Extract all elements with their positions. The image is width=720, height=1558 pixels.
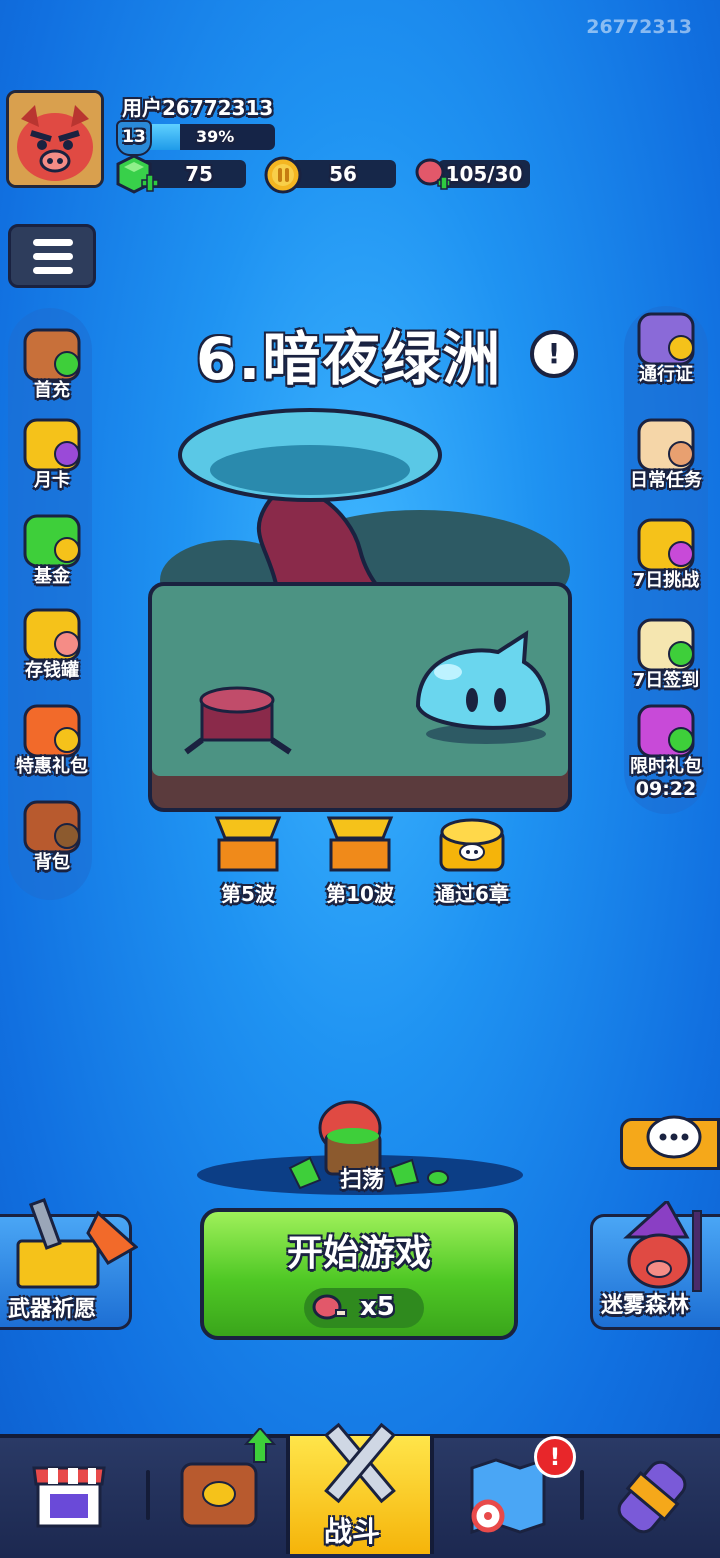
left-menu-label: 基金: [34, 566, 70, 587]
left-menu-label: 存钱罐: [25, 660, 79, 681]
witch-pig-icon: [623, 1201, 702, 1292]
weapon-chest-icon: [16, 1198, 138, 1289]
misty-forest-button[interactable]: 迷雾森林: [590, 1201, 720, 1330]
left-menu-label: 月卡: [34, 470, 70, 491]
menu-button[interactable]: [8, 224, 96, 288]
meat-icon: [312, 1294, 347, 1320]
left-menu-item-3[interactable]: 存钱罐: [2, 604, 102, 682]
weapon-wish-button[interactable]: 武器祈愿: [0, 1198, 138, 1330]
stump-icon: [184, 686, 292, 755]
weapon-wish-label: 武器祈愿: [8, 1297, 97, 1322]
slime-enemy-icon: [415, 630, 551, 744]
map-icon[interactable]: [468, 1458, 548, 1534]
gift-timer: 09:22: [635, 778, 697, 800]
username: 用户26772313: [122, 96, 274, 120]
sweep-button[interactable]: 扫荡: [340, 1162, 384, 1194]
chest-icon: [214, 816, 282, 872]
left-menu-item-0[interactable]: 首充: [2, 324, 102, 402]
info-icon[interactable]: !: [530, 330, 578, 378]
pig-avatar-icon: [9, 93, 101, 185]
right-menu-item-3[interactable]: 7日签到: [616, 614, 716, 692]
coin-icon: [264, 156, 302, 194]
start-game-label: 开始游戏: [286, 1233, 431, 1274]
chest-icon: [326, 816, 394, 872]
start-game-button[interactable]: 开始游戏 x5: [200, 1208, 518, 1340]
left-menu-label: 首充: [34, 380, 70, 401]
left-menu-item-2[interactable]: 基金: [2, 510, 102, 588]
chat-icon: [646, 1115, 702, 1159]
user-id-watermark: 26772313: [586, 16, 692, 38]
notification-badge: !: [534, 1436, 576, 1478]
nav-battle-label: 战斗: [324, 1515, 381, 1548]
nav-divider: [146, 1470, 150, 1520]
reward-chest-chapter[interactable]: 通过6章: [430, 812, 514, 907]
coins-counter[interactable]: 56: [290, 160, 396, 188]
left-menu-label: 背包: [34, 852, 70, 873]
coins-value: 56: [329, 162, 357, 186]
left-menu-item-4[interactable]: 特惠礼包: [2, 700, 102, 778]
level-progress-label: 39%: [196, 127, 235, 146]
equipment-bag-icon[interactable]: [172, 1428, 278, 1532]
chapter-title: 6.暗夜绿洲: [196, 325, 503, 393]
start-cost-value: x5: [360, 1292, 395, 1322]
pig-chest-icon: [439, 818, 505, 872]
scroll-capsule-icon[interactable]: [614, 1456, 694, 1536]
reward-chest-wave5[interactable]: 第5波: [208, 812, 288, 907]
right-menu-label: 日常任务: [630, 470, 702, 491]
gem-icon: [116, 154, 159, 194]
right-menu-label: 7日挑战: [632, 570, 700, 591]
left-menu-item-1[interactable]: 月卡: [2, 414, 102, 492]
right-menu-label: 通行证: [639, 364, 693, 385]
reward-chest-wave10[interactable]: 第10波: [320, 812, 400, 907]
start-cost: x5: [304, 1288, 424, 1328]
crossed-swords-icon[interactable]: [304, 1418, 416, 1516]
right-menu-item-0[interactable]: 通行证: [616, 308, 716, 386]
right-menu-label: 限时礼包: [630, 756, 702, 777]
right-menu-item-1[interactable]: 日常任务: [616, 414, 716, 492]
left-menu-label: 特惠礼包: [16, 756, 88, 777]
meat-icon: [415, 158, 451, 190]
nav-divider: [580, 1470, 584, 1520]
right-menu-item-4[interactable]: 限时礼包 09:22: [616, 700, 716, 800]
chat-button[interactable]: [620, 1115, 720, 1170]
left-menu-item-5[interactable]: 背包: [2, 796, 102, 874]
shop-icon[interactable]: [32, 1460, 106, 1530]
stage-platform[interactable]: [148, 582, 572, 812]
level-badge: 13: [116, 120, 152, 156]
right-menu-item-2[interactable]: 7日挑战: [616, 514, 716, 592]
misty-forest-label: 迷雾森林: [601, 1293, 690, 1318]
right-menu-label: 7日签到: [632, 670, 700, 691]
avatar[interactable]: [6, 90, 104, 188]
